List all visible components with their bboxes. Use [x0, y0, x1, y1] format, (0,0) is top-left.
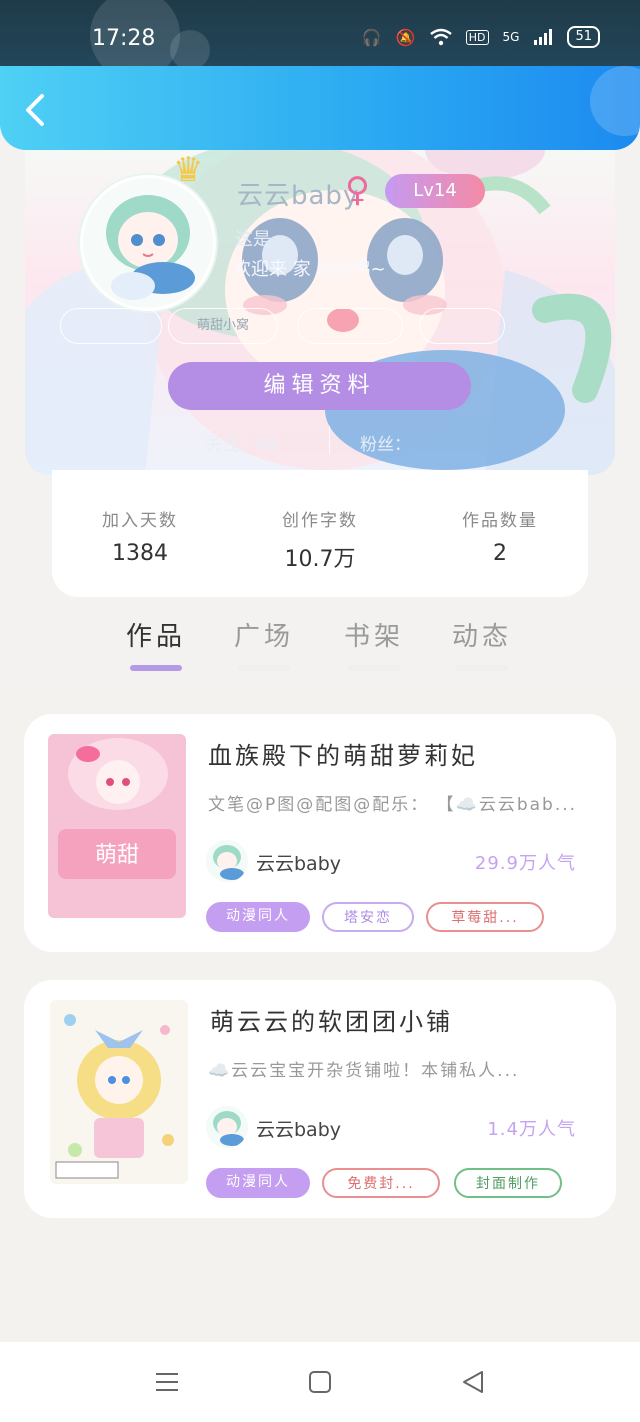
following-value: 48 — [256, 435, 278, 455]
profile-tag — [297, 308, 403, 344]
work-tag[interactable]: 塔安恋 — [322, 902, 414, 932]
level-badge: Lv14 — [385, 174, 485, 208]
author-avatar-illustration — [206, 840, 248, 882]
fans-count[interactable]: 粉丝： — [360, 430, 411, 455]
signal-bars-icon — [534, 29, 553, 45]
author-avatar[interactable] — [206, 1106, 248, 1148]
profile-tag: 萌甜小窝 — [168, 308, 278, 344]
status-bar: 17:28 🎧 🔕 HD 5G 51 — [0, 0, 640, 80]
stat-value: 1384 — [112, 541, 168, 566]
stat-word-count: 创作字数 10.7万 — [250, 506, 390, 573]
stat-label: 作品数量 — [462, 511, 538, 531]
tab-label: 书架 — [343, 622, 404, 652]
stat-value: 2 — [493, 541, 507, 566]
status-icons: 🎧 🔕 HD 5G 51 — [362, 26, 600, 48]
tab-square[interactable]: 广场 — [224, 616, 304, 671]
decor-bubble — [170, 30, 210, 70]
profile-tag — [60, 308, 162, 344]
work-card[interactable]: 萌甜 血族殿下的萌甜萝莉妃 文笔@P图@配图@配乐： 【☁️云云bab... 云… — [24, 714, 616, 952]
profile-bio-line2: 欢迎来 家 阅读鸭~ — [233, 259, 386, 280]
work-card[interactable]: 萌云云的软团团小铺 ☁️云云宝宝开杂货铺啦！本铺私人... 云云baby 1.4… — [24, 980, 616, 1218]
signal-5g-icon: 5G — [502, 30, 520, 44]
stat-label: 创作字数 — [282, 511, 358, 531]
female-gender-icon: ♀ — [345, 170, 370, 210]
works-list: 萌甜 血族殿下的萌甜萝莉妃 文笔@P图@配图@配乐： 【☁️云云bab... 云… — [0, 686, 640, 1342]
svg-text:萌甜: 萌甜 — [95, 843, 139, 868]
tab-label: 广场 — [233, 622, 294, 652]
tab-indicator — [348, 665, 400, 671]
crown-icon: ♛ — [173, 150, 204, 190]
back-triangle-icon[interactable] — [458, 1367, 488, 1397]
work-description: 文笔@P图@配图@配乐： 【☁️云云bab... — [208, 795, 578, 815]
work-tag[interactable]: 封面制作 — [454, 1168, 562, 1198]
work-popularity: 1.4万人气 — [487, 1119, 576, 1140]
tab-label: 作品 — [125, 622, 186, 652]
stat-value: 10.7万 — [284, 547, 356, 572]
work-title[interactable]: 血族殿下的萌甜萝莉妃 — [208, 736, 478, 771]
status-time: 17:28 — [92, 26, 156, 51]
tab-indicator — [456, 665, 508, 671]
decor-bubble — [590, 66, 640, 136]
tab-feed[interactable]: 动态 — [442, 616, 522, 671]
stats-card: 加入天数 1384 创作字数 10.7万 作品数量 2 — [52, 470, 588, 597]
system-navigation-bar — [0, 1342, 640, 1422]
work-tag[interactable]: 动漫同人 — [206, 902, 310, 932]
profile-nickname: 云云baby — [237, 181, 360, 211]
battery-icon: 51 — [567, 26, 600, 48]
work-tag[interactable]: 动漫同人 — [206, 1168, 310, 1198]
headphones-icon: 🎧 — [361, 27, 382, 47]
work-cover-image[interactable] — [50, 1000, 188, 1184]
profile-avatar[interactable] — [80, 175, 216, 311]
author-avatar[interactable] — [206, 840, 248, 882]
work-title[interactable]: 萌云云的软团团小铺 — [210, 1002, 453, 1037]
cover-illustration: 萌甜 — [48, 734, 186, 918]
stat-label: 加入天数 — [102, 511, 178, 531]
author-name[interactable]: 云云baby — [256, 849, 341, 876]
menu-icon[interactable] — [152, 1367, 182, 1397]
profile-card: ♛ 云云baby ♀ Lv14 这是 欢迎来 家 阅读鸭~ 萌甜小窝 编辑资料 … — [25, 130, 615, 475]
work-tag[interactable]: 免费封... — [322, 1168, 440, 1198]
author-avatar-illustration — [206, 1106, 248, 1148]
work-description: ☁️云云宝宝开杂货铺啦！本铺私人... — [208, 1061, 520, 1081]
stat-works-count: 作品数量 2 — [430, 506, 570, 566]
home-square-icon[interactable] — [305, 1367, 335, 1397]
top-header — [0, 66, 640, 150]
tab-bookshelf[interactable]: 书架 — [334, 616, 414, 671]
profile-bio-line1: 这是 — [235, 229, 271, 250]
cover-illustration — [50, 1000, 188, 1184]
tab-label: 动态 — [451, 622, 512, 652]
content-tabs: 作品 广场 书架 动态 — [0, 612, 640, 686]
edit-profile-button[interactable]: 编辑资料 — [168, 362, 471, 410]
work-popularity: 29.9万人气 — [474, 853, 576, 874]
work-cover-image[interactable]: 萌甜 — [48, 734, 186, 918]
stat-join-days: 加入天数 1384 — [70, 506, 210, 566]
hd-icon: HD — [465, 29, 489, 45]
fans-label: 粉丝： — [360, 435, 411, 455]
follow-divider — [329, 426, 330, 454]
following-label: 关注： — [205, 435, 256, 455]
avatar-illustration — [83, 178, 213, 308]
author-name[interactable]: 云云baby — [256, 1115, 341, 1142]
profile-tag — [419, 308, 505, 344]
tab-indicator — [130, 665, 182, 671]
back-arrow-icon[interactable] — [22, 92, 50, 128]
following-count[interactable]: 关注：48 — [205, 430, 278, 455]
work-tag[interactable]: 草莓甜... — [426, 902, 544, 932]
mute-bell-icon: 🔕 — [395, 27, 416, 47]
tab-indicator — [238, 665, 290, 671]
tab-works[interactable]: 作品 — [116, 616, 196, 671]
wifi-icon — [429, 28, 452, 46]
